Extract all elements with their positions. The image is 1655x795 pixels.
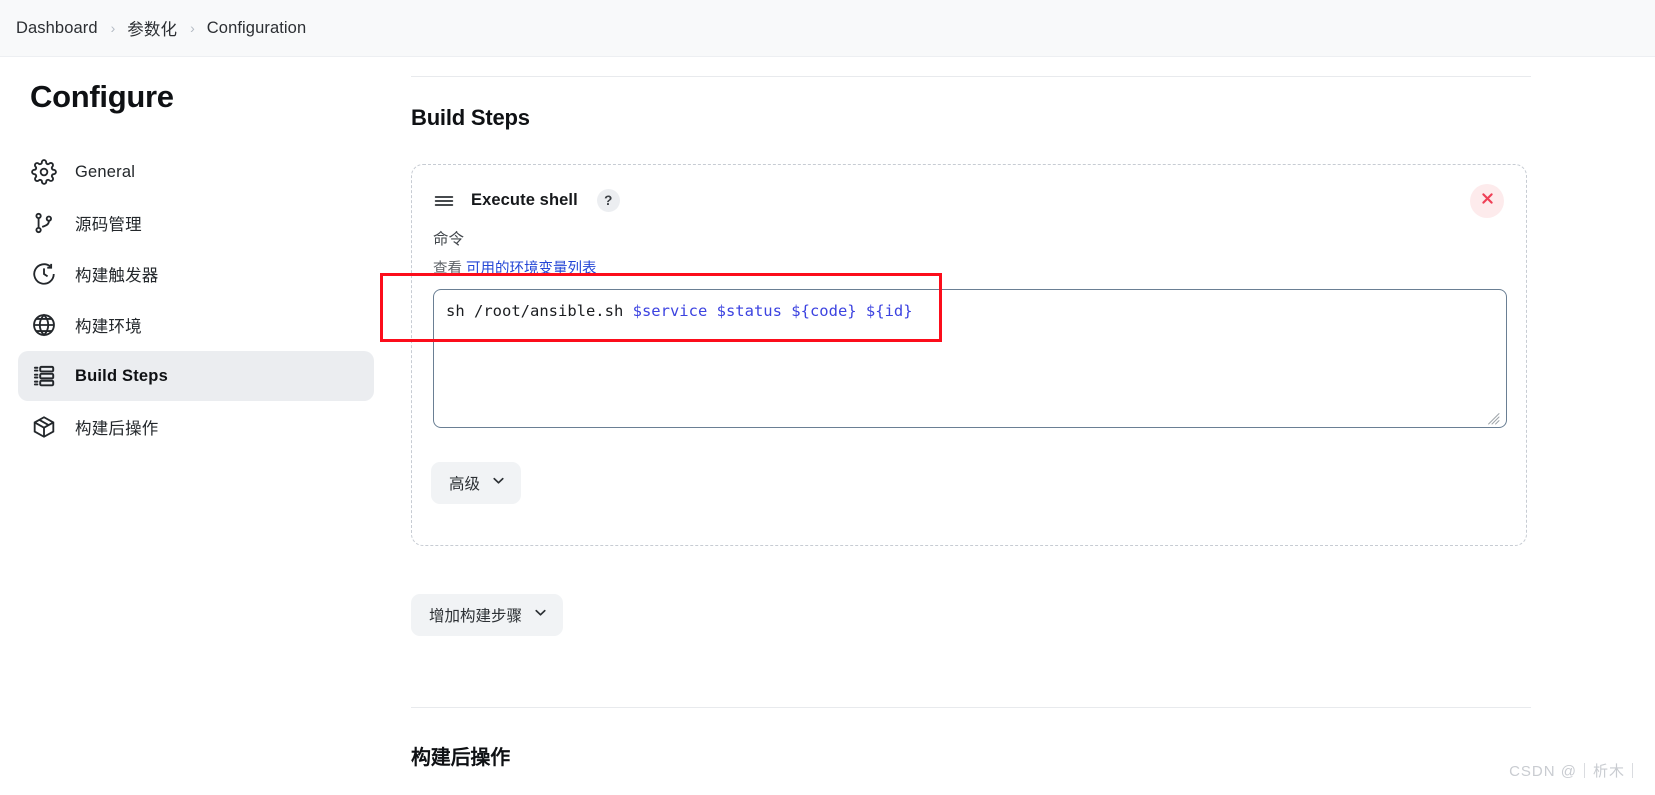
clock-icon bbox=[31, 261, 57, 287]
divider-middle bbox=[411, 707, 1531, 708]
close-icon bbox=[1480, 191, 1495, 211]
build-step-card: Execute shell ? 命令 查看 可用的环境变量列表 sh /root… bbox=[411, 164, 1527, 546]
sidebar-item-label: 构建后操作 bbox=[75, 420, 159, 438]
sidebar-item-post-build-actions[interactable]: 构建后操作 bbox=[18, 402, 374, 452]
sidebar-item-build-environment[interactable]: 构建环境 bbox=[18, 300, 374, 350]
env-variables-hint: 查看 可用的环境变量列表 bbox=[433, 257, 597, 278]
divider-top bbox=[411, 76, 1531, 77]
breadcrumb-item-dashboard[interactable]: Dashboard bbox=[16, 19, 98, 38]
command-textarea[interactable]: sh /root/ansible.sh $service $status ${c… bbox=[433, 289, 1507, 428]
branch-icon bbox=[31, 210, 57, 236]
breadcrumb-item-configuration[interactable]: Configuration bbox=[207, 19, 306, 38]
env-variables-link[interactable]: 可用的环境变量列表 bbox=[466, 261, 597, 277]
breadcrumb-separator: › bbox=[190, 20, 195, 36]
sidebar-item-label: 源码管理 bbox=[75, 216, 142, 234]
watermark: CSDN @｜析木｜ bbox=[1509, 763, 1641, 780]
sidebar-item-source-control[interactable]: 源码管理 bbox=[18, 198, 374, 248]
section-title-build-steps: Build Steps bbox=[411, 105, 530, 130]
sidebar-item-general[interactable]: General bbox=[18, 147, 374, 197]
main-content: Build Steps Execute shell ? 命令 查看 可用的环境变… bbox=[392, 57, 1655, 795]
sidebar-nav: General 源码管理 构建触发器 构建环境 Build Steps 构建后操… bbox=[0, 147, 392, 452]
sidebar-item-label: Build Steps bbox=[75, 366, 168, 385]
section-title-post-build: 构建后操作 bbox=[411, 747, 510, 769]
chevron-down-icon bbox=[491, 473, 506, 493]
breadcrumb-item-parameterize[interactable]: 参数化 bbox=[127, 16, 177, 40]
sidebar-item-label: General bbox=[75, 162, 136, 181]
help-icon[interactable]: ? bbox=[596, 189, 620, 212]
sidebar-item-label: 构建触发器 bbox=[75, 267, 159, 285]
sidebar-item-label: 构建环境 bbox=[75, 318, 142, 336]
build-step-title: Execute shell bbox=[471, 191, 578, 209]
remove-build-step-button[interactable] bbox=[1470, 184, 1504, 218]
globe-icon bbox=[31, 312, 57, 338]
package-icon bbox=[31, 414, 57, 440]
breadcrumb-separator: › bbox=[110, 20, 116, 36]
command-text-static: sh /root/ansible.sh bbox=[446, 302, 633, 320]
sidebar-item-build-triggers[interactable]: 构建触发器 bbox=[18, 249, 374, 299]
add-build-step-button[interactable]: 增加构建步骤 bbox=[411, 594, 564, 636]
advanced-button-label: 高级 bbox=[449, 476, 481, 493]
command-field-label: 命令 bbox=[433, 231, 465, 248]
sidebar: Configure General 源码管理 构建触发器 构建环境 Build … bbox=[0, 57, 392, 795]
build-step-header: Execute shell ? bbox=[434, 189, 620, 212]
sidebar-item-build-steps[interactable]: Build Steps bbox=[18, 351, 374, 401]
command-text-variables: $service $status ${code} ${id} bbox=[632, 302, 913, 320]
env-hint-prefix: 查看 bbox=[433, 261, 467, 277]
breadcrumb: Dashboard › 参数化 › Configuration bbox=[0, 0, 1655, 57]
chevron-down-icon bbox=[533, 605, 548, 625]
advanced-button[interactable]: 高级 bbox=[431, 462, 522, 504]
add-build-step-label: 增加构建步骤 bbox=[429, 608, 523, 625]
page-root: Dashboard › 参数化 › Configuration Configur… bbox=[0, 0, 1655, 795]
gear-icon bbox=[31, 159, 57, 185]
page-title: Configure bbox=[30, 79, 174, 114]
list-steps-icon bbox=[31, 363, 57, 389]
drag-handle-icon[interactable] bbox=[434, 194, 454, 208]
